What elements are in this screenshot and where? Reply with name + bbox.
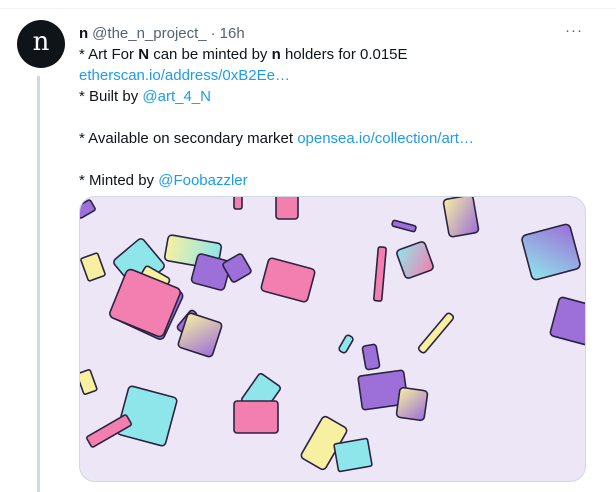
art4n-mention-link[interactable]: @art_4_N bbox=[142, 88, 211, 105]
shape bbox=[190, 253, 232, 291]
shape bbox=[260, 257, 316, 303]
avatar[interactable]: n bbox=[17, 20, 65, 68]
shape bbox=[373, 246, 387, 302]
tweet-header: n @the_n_project_ · 16h bbox=[79, 24, 585, 44]
divider bbox=[0, 8, 616, 9]
shape bbox=[391, 219, 417, 233]
shape bbox=[549, 296, 585, 346]
shape bbox=[396, 241, 434, 279]
tweet-text: * Art For N can be minted by n holders f… bbox=[79, 44, 585, 191]
tweet-line-minted-by: * Minted by @Foobazzler bbox=[79, 170, 585, 191]
tweet-line-built-by: * Built by @art_4_N bbox=[79, 86, 585, 107]
shape bbox=[417, 312, 455, 354]
bold-text: N bbox=[138, 46, 150, 63]
display-name[interactable]: n bbox=[79, 24, 88, 44]
thread-connector-line bbox=[37, 76, 40, 492]
shape bbox=[233, 400, 279, 434]
text: * Art For bbox=[79, 46, 139, 63]
shape bbox=[442, 197, 480, 238]
shape bbox=[333, 437, 373, 473]
foobazzler-mention-link[interactable]: @Foobazzler bbox=[158, 172, 247, 189]
shape bbox=[80, 199, 96, 219]
timestamp[interactable]: 16h bbox=[220, 24, 245, 44]
tweet-line-secondary: * Available on secondary market opensea.… bbox=[79, 128, 585, 149]
shape bbox=[233, 197, 243, 210]
tweet-media-image[interactable] bbox=[79, 196, 586, 482]
text: * Minted by bbox=[79, 172, 159, 189]
shape bbox=[395, 386, 429, 422]
text: * Available on secondary market bbox=[79, 130, 298, 147]
shape bbox=[80, 252, 106, 282]
shape bbox=[109, 268, 181, 338]
generative-art-image bbox=[80, 197, 585, 473]
bold-text: n bbox=[271, 46, 281, 63]
opensea-link[interactable]: opensea.io/collection/art… bbox=[297, 130, 474, 147]
etherscan-link[interactable]: etherscan.io/address/0xB2Ee… bbox=[79, 65, 585, 86]
shape bbox=[521, 223, 581, 281]
shape bbox=[338, 334, 354, 354]
shape bbox=[80, 369, 98, 395]
user-handle[interactable]: @the_n_project_ bbox=[92, 24, 206, 44]
text: * Built by bbox=[79, 88, 143, 105]
tweet: n @the_n_project_ · 16h * Art For N can … bbox=[79, 24, 585, 191]
tweet-line-mint: * Art For N can be minted by n holders f… bbox=[79, 44, 585, 65]
shape bbox=[275, 197, 299, 220]
text: holders for 0.015E bbox=[280, 46, 408, 63]
shape bbox=[361, 343, 381, 371]
text: can be minted by bbox=[149, 46, 272, 63]
separator: · bbox=[210, 25, 216, 42]
